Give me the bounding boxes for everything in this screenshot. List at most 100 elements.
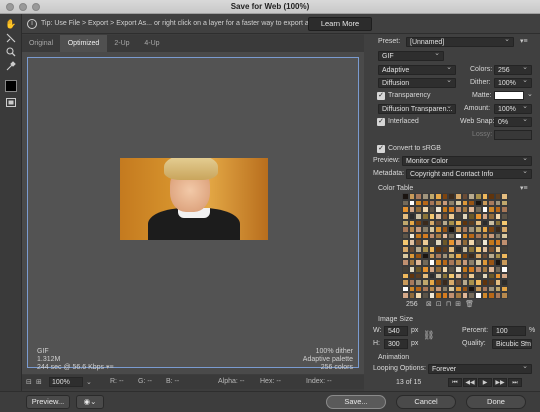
convert-srgb-checkbox[interactable]: ✓ [377,145,385,153]
color-table-swatch[interactable] [488,252,495,260]
color-table-swatch[interactable] [494,239,502,246]
color-table-swatch[interactable] [455,219,462,227]
color-table-swatch[interactable] [501,252,508,260]
transparency-checkbox[interactable]: ✓ [377,92,385,100]
hand-tool-icon[interactable]: ✋ [4,18,18,30]
color-table-swatch[interactable] [501,265,508,273]
color-table-swatch[interactable] [448,279,455,286]
color-table-swatch[interactable] [488,239,495,246]
color-table-swatch[interactable] [408,279,416,286]
color-table-swatch[interactable] [441,292,449,299]
color-table-swatch[interactable] [421,285,429,293]
tab-original[interactable]: Original [22,35,60,52]
color-table-swatch[interactable] [468,212,475,220]
color-table-swatch[interactable] [421,279,429,286]
color-table-swatch[interactable] [441,226,449,233]
color-table-swatch[interactable] [481,292,489,299]
transparency-dither-select[interactable]: Diffusion Transparen... [378,104,456,114]
color-table-swatch[interactable] [501,272,508,280]
color-table-swatch[interactable] [474,193,482,200]
color-table-swatch[interactable] [421,199,429,207]
save-button[interactable]: Save... [326,395,386,409]
color-table-swatch[interactable] [455,259,462,266]
color-table-swatch[interactable] [441,285,449,293]
color-table-swatch[interactable] [481,193,489,200]
tab-2up[interactable]: 2-Up [107,35,137,52]
color-table-swatch[interactable] [435,226,442,233]
color-table-swatch[interactable] [448,193,455,200]
learn-more-button[interactable]: Learn More [308,17,372,31]
color-table-swatch[interactable] [455,239,462,246]
color-table-swatch[interactable] [501,239,508,246]
color-table-swatch[interactable] [501,292,508,299]
lock-color-icon[interactable]: ⊓ [446,301,455,308]
color-table-swatch[interactable] [474,239,482,246]
color-reduction-select[interactable]: Adaptive [378,65,456,75]
color-table-swatch[interactable] [448,252,455,260]
color-table-swatch[interactable] [474,252,482,260]
color-table-swatch[interactable] [415,272,422,280]
download-speed-menu-icon[interactable]: ▾≡ [106,364,114,371]
color-table-menu-icon[interactable]: ▾≡ [520,184,528,192]
color-table-swatch[interactable] [481,206,489,213]
color-table-swatch[interactable] [474,199,482,207]
color-table-swatch[interactable] [435,239,442,246]
color-table-swatch[interactable] [402,199,409,207]
color-table-swatch[interactable] [461,226,469,233]
color-table-swatch[interactable] [441,219,449,227]
color-table-swatch[interactable] [448,292,455,299]
color-table-swatch[interactable] [428,206,436,213]
color-table-swatch[interactable] [455,246,462,253]
color-table-swatch[interactable] [468,292,475,299]
color-table-swatch[interactable] [494,232,502,240]
preview-button[interactable]: Preview... [26,395,70,409]
color-table-swatch[interactable] [461,206,469,213]
color-table-swatch[interactable] [501,259,508,266]
color-table-swatch[interactable] [428,219,436,227]
color-table-swatch[interactable] [474,285,482,293]
color-table-swatch[interactable] [448,272,455,280]
color-table-swatch[interactable] [501,279,508,286]
color-table-swatch[interactable] [435,199,442,207]
color-table-swatch[interactable] [481,239,489,246]
color-table-swatch[interactable] [501,232,508,240]
tab-optimized[interactable]: Optimized [60,35,107,52]
color-table-swatch[interactable] [448,265,455,273]
matte-color-swatch[interactable] [494,91,524,100]
color-table-swatch[interactable] [481,199,489,207]
color-table-swatch[interactable] [494,246,502,253]
color-table-swatch[interactable] [428,292,436,299]
color-table-swatch[interactable] [441,232,449,240]
color-table-swatch[interactable] [435,193,442,200]
color-table-swatch[interactable] [402,239,409,246]
color-table-swatch[interactable] [402,193,409,200]
color-table-swatch[interactable] [421,239,429,246]
color-table-swatch[interactable] [481,285,489,293]
color-table-swatch[interactable] [468,239,475,246]
color-table-swatch[interactable] [501,206,508,213]
color-table-swatch[interactable] [488,199,495,207]
color-table-swatch[interactable] [461,239,469,246]
color-table-swatch[interactable] [421,193,429,200]
previous-frame-button[interactable]: ◀◀ [463,378,477,387]
color-table-swatch[interactable] [461,272,469,280]
color-table-swatch[interactable] [415,199,422,207]
color-table-swatch[interactable] [441,252,449,260]
color-table-swatch[interactable] [428,193,436,200]
color-table-swatch[interactable] [474,246,482,253]
color-table-swatch[interactable] [441,206,449,213]
color-table-swatch[interactable] [481,219,489,227]
delete-color-icon[interactable]: 🗑 [465,301,478,308]
color-table-swatch[interactable] [435,232,442,240]
web-snap-select[interactable]: 0% [494,117,532,127]
color-table-swatch[interactable] [415,252,422,260]
done-button[interactable]: Done [466,395,526,409]
color-table-swatch[interactable] [494,212,502,220]
color-table-swatch[interactable] [448,246,455,253]
color-table-swatch[interactable] [428,212,436,220]
color-table-swatch[interactable] [428,199,436,207]
color-table-swatch[interactable] [435,279,442,286]
color-table-swatch[interactable] [455,212,462,220]
tab-4up[interactable]: 4-Up [137,35,167,52]
color-table-swatch[interactable] [408,219,416,227]
